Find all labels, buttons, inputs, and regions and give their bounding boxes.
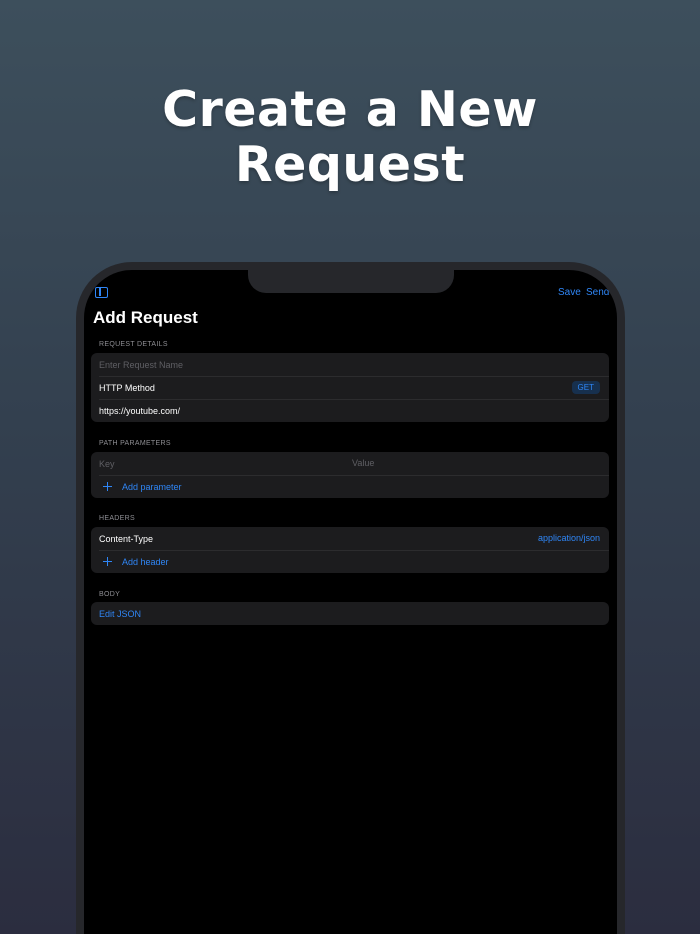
app-screen: Save Send Add Request REQUEST DETAILS En… [84, 270, 617, 934]
http-method-picker[interactable]: GET [571, 381, 600, 394]
headers-group: Content-Type application/json Add header [91, 527, 609, 573]
plus-icon [103, 557, 113, 567]
http-method-label: HTTP Method [99, 382, 155, 393]
edit-json-label: Edit JSON [99, 608, 142, 619]
section-header-body: BODY [99, 591, 121, 598]
headline: Create a New Request [0, 82, 700, 192]
headline-line-1: Create a New [162, 81, 538, 138]
request-details-group: Enter Request Name HTTP Method GET https… [91, 353, 609, 422]
path-parameters-group: Key Value Add parameter [91, 452, 609, 498]
section-header-headers: HEADERS [99, 515, 135, 522]
parameter-row[interactable]: Key Value [91, 452, 609, 475]
edit-json-button[interactable]: Edit JSON [91, 602, 609, 625]
add-header-button[interactable]: Add header [91, 550, 609, 573]
body-group: Edit JSON [91, 602, 609, 625]
plus-icon [103, 482, 113, 492]
url-input[interactable]: https://youtube.com/ [99, 406, 180, 416]
request-name-row[interactable]: Enter Request Name [91, 353, 609, 376]
send-button[interactable]: Send [586, 287, 609, 298]
device-frame: Save Send Add Request REQUEST DETAILS En… [76, 262, 625, 934]
add-header-label: Add header [122, 556, 169, 567]
header-row[interactable]: Content-Type application/json [91, 527, 609, 550]
parameter-key-input[interactable]: Key [99, 459, 115, 469]
header-value[interactable]: application/json [538, 533, 600, 543]
sidebar-toggle-icon[interactable] [95, 287, 108, 298]
save-button[interactable]: Save [558, 287, 581, 298]
header-key[interactable]: Content-Type [99, 534, 153, 544]
page-title: Add Request [93, 308, 198, 327]
add-parameter-label: Add parameter [122, 481, 182, 492]
section-header-path-parameters: PATH PARAMETERS [99, 440, 171, 447]
add-parameter-button[interactable]: Add parameter [91, 475, 609, 498]
headline-line-2: Request [234, 136, 466, 193]
section-header-request-details: REQUEST DETAILS [99, 341, 168, 348]
http-method-row[interactable]: HTTP Method GET [91, 376, 609, 399]
device-notch [248, 270, 454, 293]
request-name-input[interactable]: Enter Request Name [99, 360, 183, 370]
url-row[interactable]: https://youtube.com/ [91, 399, 609, 422]
parameter-value-input[interactable]: Value [352, 458, 374, 468]
